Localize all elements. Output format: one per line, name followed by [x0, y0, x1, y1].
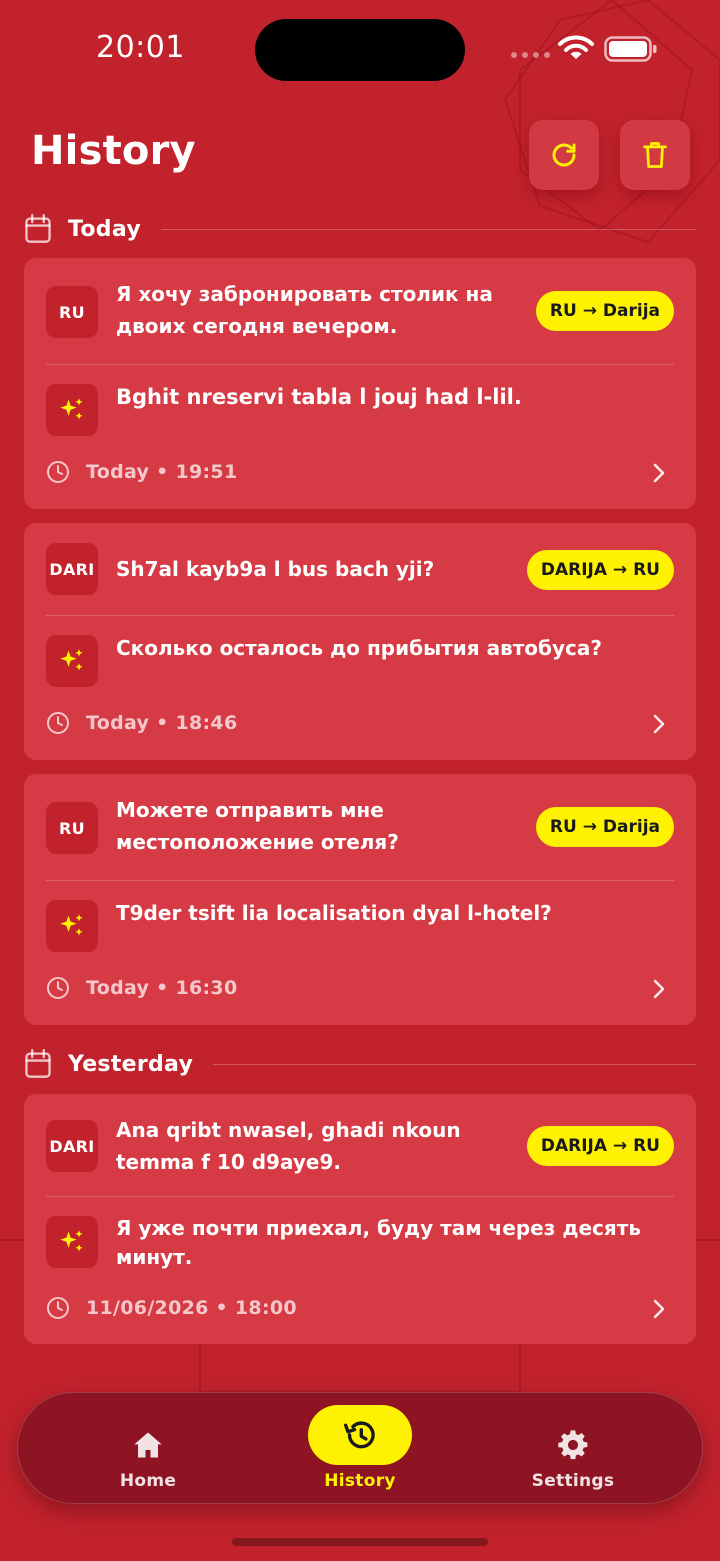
clock-icon: [47, 461, 69, 483]
source-language-badge: DARI: [46, 1120, 98, 1172]
refresh-button[interactable]: [529, 120, 599, 190]
chevron-right-icon[interactable]: [652, 462, 666, 484]
trash-icon: [643, 142, 667, 168]
calendar-icon: [25, 214, 51, 243]
clear-history-button[interactable]: [620, 120, 690, 190]
page-title: History: [31, 128, 196, 174]
chevron-right-icon[interactable]: [652, 978, 666, 1000]
home-icon: [96, 1415, 200, 1475]
clock-icon: [47, 712, 69, 734]
source-language-badge: DARI: [46, 543, 98, 595]
source-text: Ana qribt nwasel, ghadi nkoun temma f 10…: [116, 1118, 461, 1174]
chevron-right-icon[interactable]: [652, 1298, 666, 1320]
dynamic-island: [255, 19, 465, 81]
gear-icon: [521, 1415, 625, 1475]
nav-label: Home: [119, 1471, 177, 1491]
source-language-badge: RU: [46, 286, 98, 338]
timestamp: Today • 16:30: [86, 977, 238, 999]
sparkle-icon: [60, 1230, 83, 1252]
nav-item-home[interactable]: Home: [48, 1393, 248, 1505]
sparkle-icon: [60, 398, 83, 420]
status-bar: 20:01: [0, 0, 720, 100]
direction-pill: RU → Darija: [535, 291, 674, 331]
clock-icon: [47, 1297, 69, 1319]
wifi-icon: [558, 35, 594, 59]
nav-item-settings[interactable]: Settings: [473, 1393, 673, 1505]
sparkle-icon: [60, 649, 83, 671]
section-header-today: Today: [24, 212, 696, 246]
chevron-right-icon[interactable]: [652, 713, 666, 735]
direction-pill: DARIJA → RU: [526, 1126, 674, 1166]
history-card[interactable]: DARI Sh7al kayb9a l bus bach yji? DARIJA…: [24, 523, 696, 760]
translation-badge: [46, 1216, 98, 1268]
translation-badge: [46, 900, 98, 952]
bottom-nav: Home History Settings: [17, 1392, 703, 1504]
timestamp: Today • 18:46: [86, 712, 238, 734]
history-card[interactable]: RU Я хочу забронировать столик на двоих …: [24, 258, 696, 509]
section-label: Today: [68, 216, 141, 242]
history-icon: [308, 1405, 412, 1465]
timestamp-row: 11/06/2026 • 18:00: [46, 1296, 297, 1320]
card-divider: [46, 880, 674, 881]
battery-icon: [604, 36, 657, 62]
translation-text: Bghit nreservi tabla l jouj had l-lil.: [116, 385, 522, 409]
translation-text: Сколько осталось до прибытия автобуса?: [116, 636, 603, 660]
card-divider: [46, 1196, 674, 1197]
home-indicator: [232, 1538, 488, 1546]
nav-label: Settings: [531, 1471, 615, 1491]
timestamp: Today • 19:51: [86, 461, 238, 483]
nav-label: History: [324, 1471, 396, 1491]
calendar-icon: [25, 1049, 51, 1078]
direction-pill: RU → Darija: [535, 807, 674, 847]
source-text: Sh7al kayb9a l bus bach yji?: [116, 557, 435, 581]
card-divider: [46, 364, 674, 365]
cellular-signal-icon: [511, 52, 550, 58]
timestamp-row: Today • 16:30: [46, 976, 237, 1000]
timestamp-row: Today • 19:51: [46, 460, 237, 484]
card-divider: [46, 615, 674, 616]
nav-item-history[interactable]: History: [260, 1393, 460, 1505]
sparkle-icon: [60, 914, 83, 936]
section-header-yesterday: Yesterday: [24, 1047, 696, 1081]
history-card[interactable]: DARI Ana qribt nwasel, ghadi nkoun temma…: [24, 1094, 696, 1344]
source-text: Можете отправить мне местоположение отел…: [116, 798, 399, 854]
timestamp: 11/06/2026 • 18:00: [86, 1297, 297, 1319]
section-divider: [213, 1063, 696, 1065]
source-text: Я хочу забронировать столик на двоих сег…: [116, 282, 493, 338]
section-divider: [160, 228, 696, 230]
translation-text: T9der tsift lia localisation dyal l-hote…: [116, 901, 552, 925]
history-card[interactable]: RU Можете отправить мне местоположение о…: [24, 774, 696, 1025]
source-language-badge: RU: [46, 802, 98, 854]
clock-icon: [47, 977, 69, 999]
status-time: 20:01: [96, 30, 185, 65]
timestamp-row: Today • 18:46: [46, 711, 237, 735]
direction-pill: DARIJA → RU: [526, 550, 674, 590]
refresh-icon: [552, 143, 576, 167]
section-label: Yesterday: [68, 1051, 194, 1077]
translation-badge: [46, 384, 98, 436]
translation-text: Я уже почти приехал, буду там через деся…: [116, 1216, 641, 1269]
translation-badge: [46, 635, 98, 687]
